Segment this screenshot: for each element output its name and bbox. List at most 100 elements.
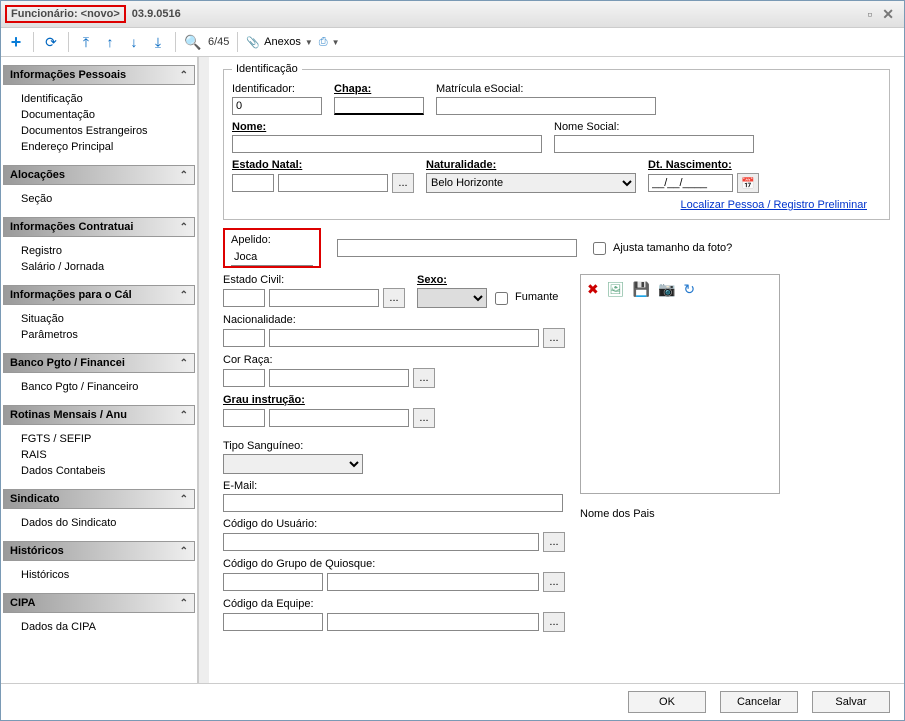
sidebar-section-header[interactable]: Alocações⌃: [3, 165, 195, 185]
identificador-input[interactable]: [232, 97, 322, 115]
sidebar-item[interactable]: Dados do Sindicato: [21, 515, 195, 531]
tipo-sanguineo-label: Tipo Sanguíneo:: [223, 440, 363, 452]
window-title-highlight: Funcionário: <novo>: [5, 5, 126, 23]
search-button[interactable]: 🔍: [184, 33, 202, 51]
nacionalidade-lookup-button[interactable]: ...: [543, 328, 565, 348]
scrollbar[interactable]: [198, 57, 209, 683]
sidebar-section-header[interactable]: Históricos⌃: [3, 541, 195, 561]
grau-instrucao-lookup-button[interactable]: ...: [413, 408, 435, 428]
close-icon[interactable]: ✕: [882, 6, 894, 23]
sidebar-item[interactable]: Endereço Principal: [21, 139, 195, 155]
sidebar-item[interactable]: Seção: [21, 191, 195, 207]
attachments-dropdown[interactable]: 📎 Anexos ▼: [246, 36, 312, 49]
sexo-label: Sexo:: [417, 274, 558, 286]
chevron-down-icon: ▼: [305, 38, 313, 47]
sidebar-item[interactable]: Dados Contabeis: [21, 463, 195, 479]
next-record-button[interactable]: ↓: [125, 33, 143, 51]
sidebar-item[interactable]: Identificação: [21, 91, 195, 107]
sidebar-item[interactable]: Registro: [21, 243, 195, 259]
save-button[interactable]: Salvar: [812, 691, 890, 713]
dialog-footer: OK Cancelar Salvar: [1, 683, 904, 720]
sidebar-item[interactable]: Banco Pgto / Financeiro: [21, 379, 195, 395]
sidebar-section-header[interactable]: Informações para o Cál⌃: [3, 285, 195, 305]
nome-pais-label: Nome dos Pais: [580, 508, 780, 520]
last-record-button[interactable]: ⤓: [149, 33, 167, 51]
cancel-button[interactable]: Cancelar: [720, 691, 798, 713]
naturalidade-select[interactable]: Belo Horizonte: [426, 173, 636, 193]
sidebar-section-title: Banco Pgto / Financei: [10, 357, 125, 369]
nome-social-input[interactable]: [554, 135, 754, 153]
sidebar-item[interactable]: Dados da CIPA: [21, 619, 195, 635]
matricula-esocial-input[interactable]: [436, 97, 656, 115]
codigo-equipe-code-input[interactable]: [223, 613, 323, 631]
print-dropdown[interactable]: ⎙ ▼: [319, 36, 340, 49]
fumante-checkbox[interactable]: [495, 292, 508, 305]
calendar-button[interactable]: 📅: [737, 173, 759, 193]
photo-image-icon[interactable]: 🖼: [607, 281, 625, 298]
chapa-input[interactable]: [334, 97, 424, 115]
cor-raca-desc-input[interactable]: [269, 369, 409, 387]
estado-civil-code-input[interactable]: [223, 289, 265, 307]
sidebar-section-title: Informações Contratuai: [10, 221, 133, 233]
sidebar-section-header[interactable]: Informações Contratuai⌃: [3, 217, 195, 237]
localizar-pessoa-link[interactable]: Localizar Pessoa / Registro Preliminar: [681, 199, 867, 211]
sidebar-section-header[interactable]: Rotinas Mensais / Anu⌃: [3, 405, 195, 425]
codigo-grupo-quiosque-desc-input[interactable]: [327, 573, 539, 591]
estado-civil-desc-input[interactable]: [269, 289, 379, 307]
cor-raca-label: Cor Raça:: [223, 354, 568, 366]
tipo-sanguineo-select[interactable]: [223, 454, 363, 474]
nacionalidade-code-input[interactable]: [223, 329, 265, 347]
first-record-button[interactable]: ⤒: [77, 33, 95, 51]
sidebar-item[interactable]: Parâmetros: [21, 327, 195, 343]
chevron-up-icon: ⌃: [180, 290, 188, 301]
maximize-icon[interactable]: ▫: [867, 6, 872, 23]
estado-natal-desc-input[interactable]: [278, 174, 388, 192]
chevron-down-icon: ▼: [332, 38, 340, 47]
photo-camera-icon[interactable]: 📷: [658, 281, 675, 298]
sidebar-section-header[interactable]: CIPA⌃: [3, 593, 195, 613]
codigo-grupo-quiosque-lookup-button[interactable]: ...: [543, 572, 565, 592]
sidebar-item[interactable]: RAIS: [21, 447, 195, 463]
apelido-ext-input[interactable]: [337, 239, 577, 257]
sidebar-section-header[interactable]: Sindicato⌃: [3, 489, 195, 509]
ajusta-foto-checkbox[interactable]: [593, 242, 606, 255]
add-button[interactable]: +: [7, 33, 25, 51]
fumante-label: Fumante: [515, 291, 558, 303]
photo-save-icon[interactable]: 💾: [633, 281, 650, 298]
sidebar-item[interactable]: Situação: [21, 311, 195, 327]
estado-civil-lookup-button[interactable]: ...: [383, 288, 405, 308]
cor-raca-lookup-button[interactable]: ...: [413, 368, 435, 388]
sidebar-item[interactable]: Salário / Jornada: [21, 259, 195, 275]
email-input[interactable]: [223, 494, 563, 512]
cor-raca-code-input[interactable]: [223, 369, 265, 387]
nacionalidade-label: Nacionalidade:: [223, 314, 568, 326]
sidebar-item[interactable]: Documentação: [21, 107, 195, 123]
sidebar-section-header[interactable]: Banco Pgto / Financei⌃: [3, 353, 195, 373]
codigo-grupo-quiosque-code-input[interactable]: [223, 573, 323, 591]
sidebar-section-title: Informações Pessoais: [10, 69, 126, 81]
dt-nascimento-input[interactable]: [648, 174, 733, 192]
codigo-usuario-input[interactable]: [223, 533, 539, 551]
sexo-select[interactable]: [417, 288, 487, 308]
estado-natal-code-input[interactable]: [232, 174, 274, 192]
grau-instrucao-desc-input[interactable]: [269, 409, 409, 427]
grau-instrucao-code-input[interactable]: [223, 409, 265, 427]
nacionalidade-desc-input[interactable]: [269, 329, 539, 347]
photo-redo-icon[interactable]: ↻: [683, 281, 695, 298]
dt-nascimento-label: Dt. Nascimento:: [648, 159, 759, 171]
estado-natal-lookup-button[interactable]: ...: [392, 173, 414, 193]
photo-delete-icon[interactable]: ✖: [587, 281, 599, 298]
sidebar-section-header[interactable]: Informações Pessoais⌃: [3, 65, 195, 85]
codigo-usuario-lookup-button[interactable]: ...: [543, 532, 565, 552]
matricula-esocial-label: Matrícula eSocial:: [436, 83, 656, 95]
apelido-input[interactable]: [231, 248, 313, 266]
codigo-equipe-desc-input[interactable]: [327, 613, 539, 631]
ok-button[interactable]: OK: [628, 691, 706, 713]
sidebar-item[interactable]: Documentos Estrangeiros: [21, 123, 195, 139]
sidebar-item[interactable]: FGTS / SEFIP: [21, 431, 195, 447]
refresh-button[interactable]: ⟳: [42, 33, 60, 51]
prev-record-button[interactable]: ↑: [101, 33, 119, 51]
sidebar-item[interactable]: Históricos: [21, 567, 195, 583]
nome-input[interactable]: [232, 135, 542, 153]
codigo-equipe-lookup-button[interactable]: ...: [543, 612, 565, 632]
